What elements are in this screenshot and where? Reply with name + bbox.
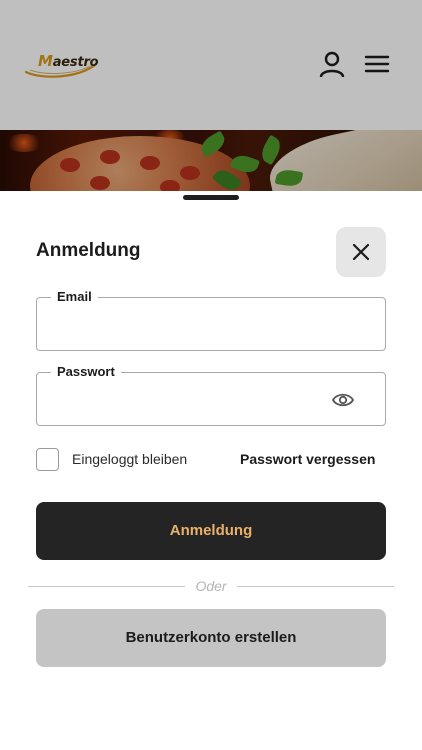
divider-line-right — [237, 586, 394, 587]
email-field: Email — [36, 289, 386, 351]
sheet-drag-handle[interactable] — [183, 195, 239, 200]
login-button-label: Anmeldung — [169, 522, 253, 539]
modal-backdrop[interactable] — [0, 0, 422, 192]
divider-label: Oder — [195, 578, 227, 594]
eye-icon[interactable] — [331, 390, 355, 410]
email-input[interactable] — [51, 312, 331, 336]
remember-me-checkbox[interactable] — [36, 448, 59, 471]
password-label: Passwort — [51, 364, 121, 379]
email-label: Email — [51, 289, 98, 304]
close-icon — [352, 243, 370, 261]
divider-line-left — [28, 586, 185, 587]
password-input[interactable] — [51, 387, 331, 411]
sheet-title: Anmeldung — [36, 240, 141, 261]
create-account-label: Benutzerkonto erstellen — [125, 629, 297, 646]
close-button[interactable] — [336, 227, 386, 277]
password-field: Passwort — [36, 364, 386, 426]
create-account-button[interactable]: Benutzerkonto erstellen — [36, 609, 386, 667]
login-button[interactable]: Anmeldung — [36, 502, 386, 560]
remember-me-label[interactable]: Eingeloggt bleiben — [72, 451, 187, 467]
forgot-password-link[interactable]: Passwort vergessen — [240, 451, 375, 467]
login-sheet: Anmeldung Email Passwort Eingeloggt blei… — [0, 191, 422, 750]
